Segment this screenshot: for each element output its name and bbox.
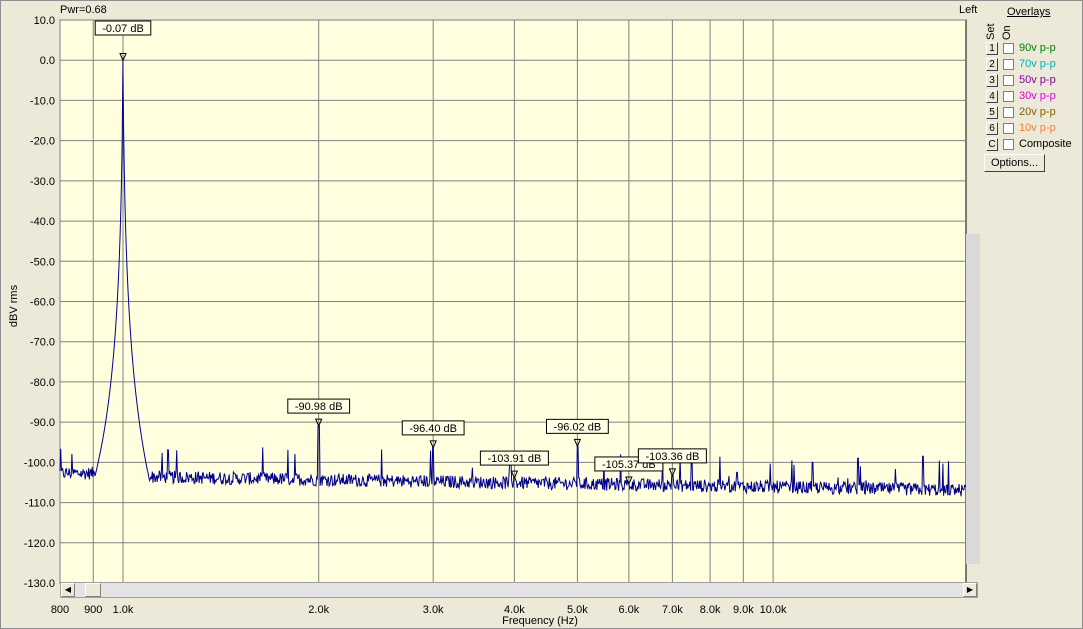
overlay-label: 30v p-p: [1019, 90, 1056, 102]
x-tick-label: 900: [84, 604, 102, 616]
y-tick-label: -80.0: [30, 377, 55, 389]
y-tick-label: -30.0: [30, 176, 55, 188]
overlay-on-checkbox[interactable]: [1003, 59, 1014, 70]
marker-label: -103.91 dB: [487, 453, 541, 465]
y-tick-label: -10.0: [30, 95, 55, 107]
channel-label: Left: [959, 4, 978, 16]
overlay-set-button[interactable]: 2: [986, 58, 998, 71]
overlay-set-button[interactable]: 3: [986, 74, 998, 87]
overlay-label: Composite: [1019, 138, 1072, 150]
overlay-set-button[interactable]: C: [986, 138, 998, 151]
scroll-right-button[interactable]: ▶: [963, 583, 977, 597]
overlay-label: 70v p-p: [1019, 58, 1056, 70]
overlay-set-button[interactable]: 4: [986, 90, 998, 103]
overlay-set-button[interactable]: 5: [986, 106, 998, 119]
overlay-on-checkbox[interactable]: [1003, 139, 1014, 150]
overlay-on-checkbox[interactable]: [1003, 107, 1014, 118]
y-tick-label: -130.0: [24, 578, 55, 590]
y-tick-label: -110.0: [25, 498, 55, 510]
spectrum-chart: 10.0 0.0 -10.0 -20.0 -30.0 -40.0 -50.0 -60.0 -70…: [24, 15, 970, 616]
x-tick-label: 10.0k: [760, 604, 787, 616]
x-tick-label: 2.0k: [308, 604, 329, 616]
marker-label: -90.98 dB: [295, 401, 343, 413]
overlay-row-c: C Composite: [986, 138, 1081, 152]
y-tick-label: 10.0: [34, 15, 55, 27]
scroll-thumb[interactable]: [85, 583, 101, 597]
y-axis-label: dBV rms: [8, 284, 20, 328]
power-readout: Pwr=0.68: [60, 4, 107, 16]
y-tick-label: -100.0: [24, 457, 55, 469]
y-tick-label: -20.0: [30, 136, 55, 148]
marker-label: -96.40 dB: [409, 423, 457, 435]
overlay-on-checkbox[interactable]: [1003, 123, 1014, 134]
overlay-on-checkbox[interactable]: [1003, 91, 1014, 102]
overlay-row-2: 2 70v p-p: [986, 58, 1081, 72]
y-tick-label: -90.0: [30, 417, 55, 429]
overlay-row-1: 1 90v p-p: [986, 42, 1081, 56]
overlay-label: 90v p-p: [1019, 42, 1056, 54]
overlay-row-3: 3 50v p-p: [986, 74, 1081, 88]
overlay-set-button[interactable]: 6: [986, 122, 998, 135]
overlays-title: Overlays: [1007, 6, 1051, 18]
overlay-row-4: 4 30v p-p: [986, 90, 1081, 104]
x-tick-label: 1.0k: [113, 604, 134, 616]
overlay-on-checkbox[interactable]: [1003, 43, 1014, 54]
marker-label: -96.02 dB: [554, 421, 602, 433]
x-tick-label: 800: [51, 604, 69, 616]
overlay-label: 10v p-p: [1019, 122, 1056, 134]
overlay-row-6: 6 10v p-p: [986, 122, 1081, 136]
x-tick-label: 7.0k: [662, 604, 683, 616]
y-tick-label: 0.0: [40, 55, 55, 67]
overlays-set-header: Set: [985, 23, 997, 40]
x-tick-label: 9.0k: [733, 604, 754, 616]
marker-label: -103.36 dB: [645, 451, 699, 463]
options-button[interactable]: Options...: [984, 154, 1045, 172]
overlay-label: 20v p-p: [1019, 106, 1056, 118]
overlay-on-checkbox[interactable]: [1003, 75, 1014, 86]
scroll-left-button[interactable]: ◀: [61, 583, 75, 597]
x-axis-label: Frequency (Hz): [502, 615, 578, 627]
y-tick-label: -50.0: [30, 256, 55, 268]
overlay-set-button[interactable]: 1: [986, 42, 998, 55]
marker-label: -0.07 dB: [102, 23, 144, 35]
y-tick-label: -40.0: [30, 216, 55, 228]
y-tick-label: -60.0: [30, 297, 55, 309]
y-tick-label: -70.0: [30, 337, 55, 349]
overlay-row-5: 5 20v p-p: [986, 106, 1081, 120]
y-tick-label: -120.0: [24, 538, 55, 550]
overlays-on-header: On: [1001, 25, 1013, 40]
x-tick-label: 8.0k: [700, 604, 721, 616]
plot-side-strip: [966, 234, 980, 564]
frequency-scrollbar[interactable]: ◀ ▶: [60, 582, 978, 598]
overlay-label: 50v p-p: [1019, 74, 1056, 86]
